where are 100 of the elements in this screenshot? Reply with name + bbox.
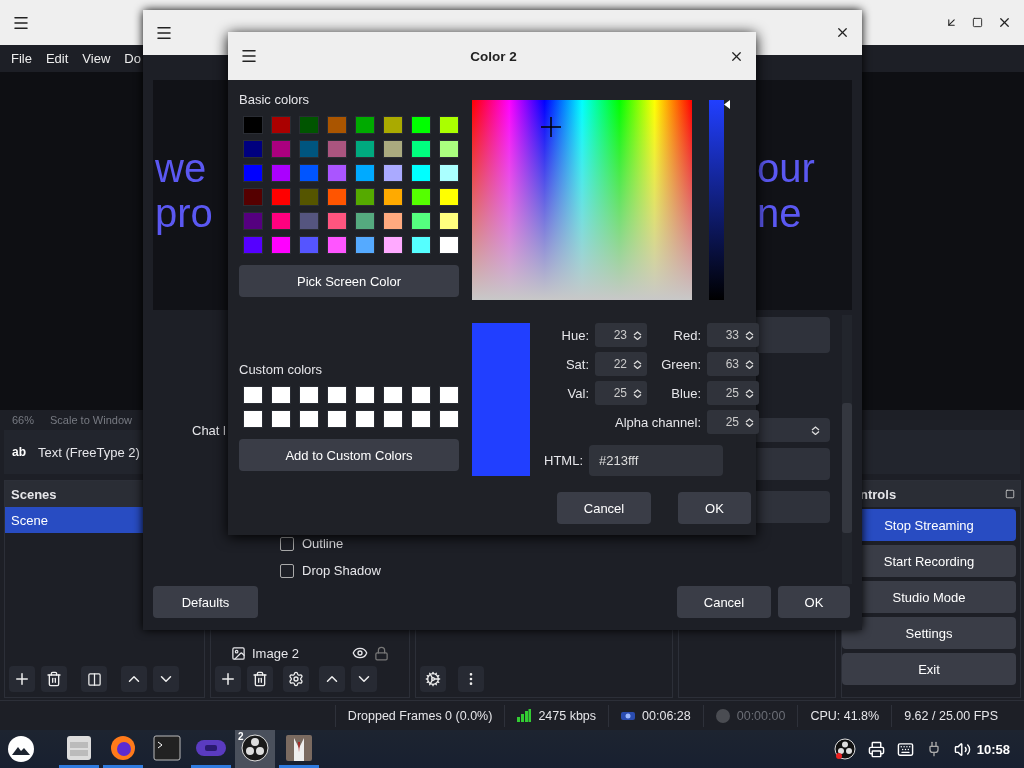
checkbox[interactable]	[280, 536, 294, 551]
spin-box[interactable]: 23	[595, 323, 647, 347]
mountain-logo-icon[interactable]	[7, 735, 35, 763]
color-swatch[interactable]	[355, 236, 375, 254]
move-down-icon[interactable]	[351, 666, 377, 692]
color-swatch[interactable]	[355, 140, 375, 158]
color-swatch[interactable]	[355, 386, 375, 404]
color-swatch[interactable]	[271, 140, 291, 158]
spin-box[interactable]: 25	[707, 410, 759, 434]
control-button[interactable]: Exit	[842, 653, 1016, 685]
spin-arrows-icon[interactable]	[745, 417, 754, 427]
close-icon[interactable]	[997, 15, 1012, 30]
color-swatch[interactable]	[243, 410, 263, 428]
menu-icon[interactable]	[240, 47, 258, 65]
color-swatch[interactable]	[327, 212, 347, 230]
menu-item[interactable]: File	[11, 51, 32, 66]
spin-arrows-icon[interactable]	[811, 425, 820, 435]
color-swatch[interactable]	[383, 140, 403, 158]
checkbox[interactable]	[280, 563, 294, 578]
color-swatch[interactable]	[299, 164, 319, 182]
spin-box[interactable]: 63	[707, 352, 759, 376]
color-swatch[interactable]	[411, 116, 431, 134]
keyboard-icon[interactable]	[896, 740, 914, 758]
add-icon[interactable]	[9, 666, 35, 692]
color-swatch[interactable]	[439, 164, 459, 182]
color-swatch[interactable]	[411, 212, 431, 230]
printer-icon[interactable]	[867, 740, 885, 758]
color-swatch[interactable]	[327, 410, 347, 428]
color-swatch[interactable]	[243, 212, 263, 230]
lock-icon[interactable]	[374, 645, 389, 661]
cancel-button[interactable]: Cancel	[557, 492, 651, 524]
color-swatch[interactable]	[355, 188, 375, 206]
more-icon[interactable]	[458, 666, 484, 692]
spin-box[interactable]: 25	[707, 381, 759, 405]
color-swatch[interactable]	[411, 164, 431, 182]
settings-icon[interactable]	[283, 666, 309, 692]
color-swatch[interactable]	[271, 212, 291, 230]
filter-icon[interactable]	[81, 666, 107, 692]
close-icon[interactable]	[835, 25, 850, 40]
spin-arrows-icon[interactable]	[633, 388, 642, 398]
menu-item[interactable]: Edit	[45, 51, 69, 66]
color-swatch[interactable]	[271, 188, 291, 206]
color-swatch[interactable]	[355, 116, 375, 134]
minimize-icon[interactable]	[945, 16, 958, 29]
color-swatch[interactable]	[327, 116, 347, 134]
settings-icon[interactable]	[420, 666, 446, 692]
taskbar-app[interactable]: 2	[235, 730, 275, 768]
hue-saturation-picker[interactable]	[472, 100, 692, 300]
color-swatch[interactable]	[439, 236, 459, 254]
pick-screen-color-button[interactable]: Pick Screen Color	[239, 265, 459, 297]
color-swatch[interactable]	[355, 410, 375, 428]
color-swatch[interactable]	[355, 212, 375, 230]
ok-button[interactable]: OK	[678, 492, 751, 524]
color-swatch[interactable]	[299, 410, 319, 428]
color-swatch[interactable]	[439, 212, 459, 230]
color-swatch[interactable]	[327, 386, 347, 404]
color-swatch[interactable]	[327, 164, 347, 182]
color-swatch[interactable]	[299, 140, 319, 158]
color-swatch[interactable]	[439, 140, 459, 158]
float-icon[interactable]	[1005, 489, 1015, 499]
color-swatch[interactable]	[299, 236, 319, 254]
defaults-button[interactable]: Defaults	[153, 586, 258, 618]
color-swatch[interactable]	[411, 188, 431, 206]
color-swatch[interactable]	[439, 410, 459, 428]
maximize-icon[interactable]	[972, 17, 983, 28]
scrollbar[interactable]	[842, 315, 852, 584]
volume-icon[interactable]	[953, 740, 971, 758]
delete-icon[interactable]	[247, 666, 273, 692]
color-swatch[interactable]	[439, 386, 459, 404]
color-swatch[interactable]	[243, 188, 263, 206]
add-icon[interactable]	[215, 666, 241, 692]
color-swatch[interactable]	[271, 410, 291, 428]
color-swatch[interactable]	[243, 386, 263, 404]
color-swatch[interactable]	[327, 140, 347, 158]
color-swatch[interactable]	[327, 188, 347, 206]
color-swatch[interactable]	[383, 212, 403, 230]
move-up-icon[interactable]	[121, 666, 147, 692]
color-swatch[interactable]	[299, 212, 319, 230]
color-swatch[interactable]	[327, 236, 347, 254]
source-item[interactable]: Image 2	[252, 645, 346, 661]
spin-box[interactable]: 33	[707, 323, 759, 347]
color-swatch[interactable]	[383, 236, 403, 254]
menu-item[interactable]: View	[82, 51, 111, 66]
color-swatch[interactable]	[243, 164, 263, 182]
spin-arrows-icon[interactable]	[633, 359, 642, 369]
color-swatch[interactable]	[355, 164, 375, 182]
move-down-icon[interactable]	[153, 666, 179, 692]
color-swatch[interactable]	[411, 236, 431, 254]
color-swatch[interactable]	[243, 116, 263, 134]
value-slider[interactable]	[709, 100, 731, 300]
add-custom-color-button[interactable]: Add to Custom Colors	[239, 439, 459, 471]
color-swatch[interactable]	[439, 116, 459, 134]
ok-button[interactable]: OK	[778, 586, 850, 618]
record-circle-icon[interactable]	[833, 738, 856, 760]
menu-item[interactable]: Do	[124, 51, 141, 66]
color-swatch[interactable]	[383, 116, 403, 134]
color-swatch[interactable]	[271, 386, 291, 404]
color-swatch[interactable]	[411, 410, 431, 428]
spin-arrows-icon[interactable]	[745, 388, 754, 398]
color-swatch[interactable]	[411, 386, 431, 404]
